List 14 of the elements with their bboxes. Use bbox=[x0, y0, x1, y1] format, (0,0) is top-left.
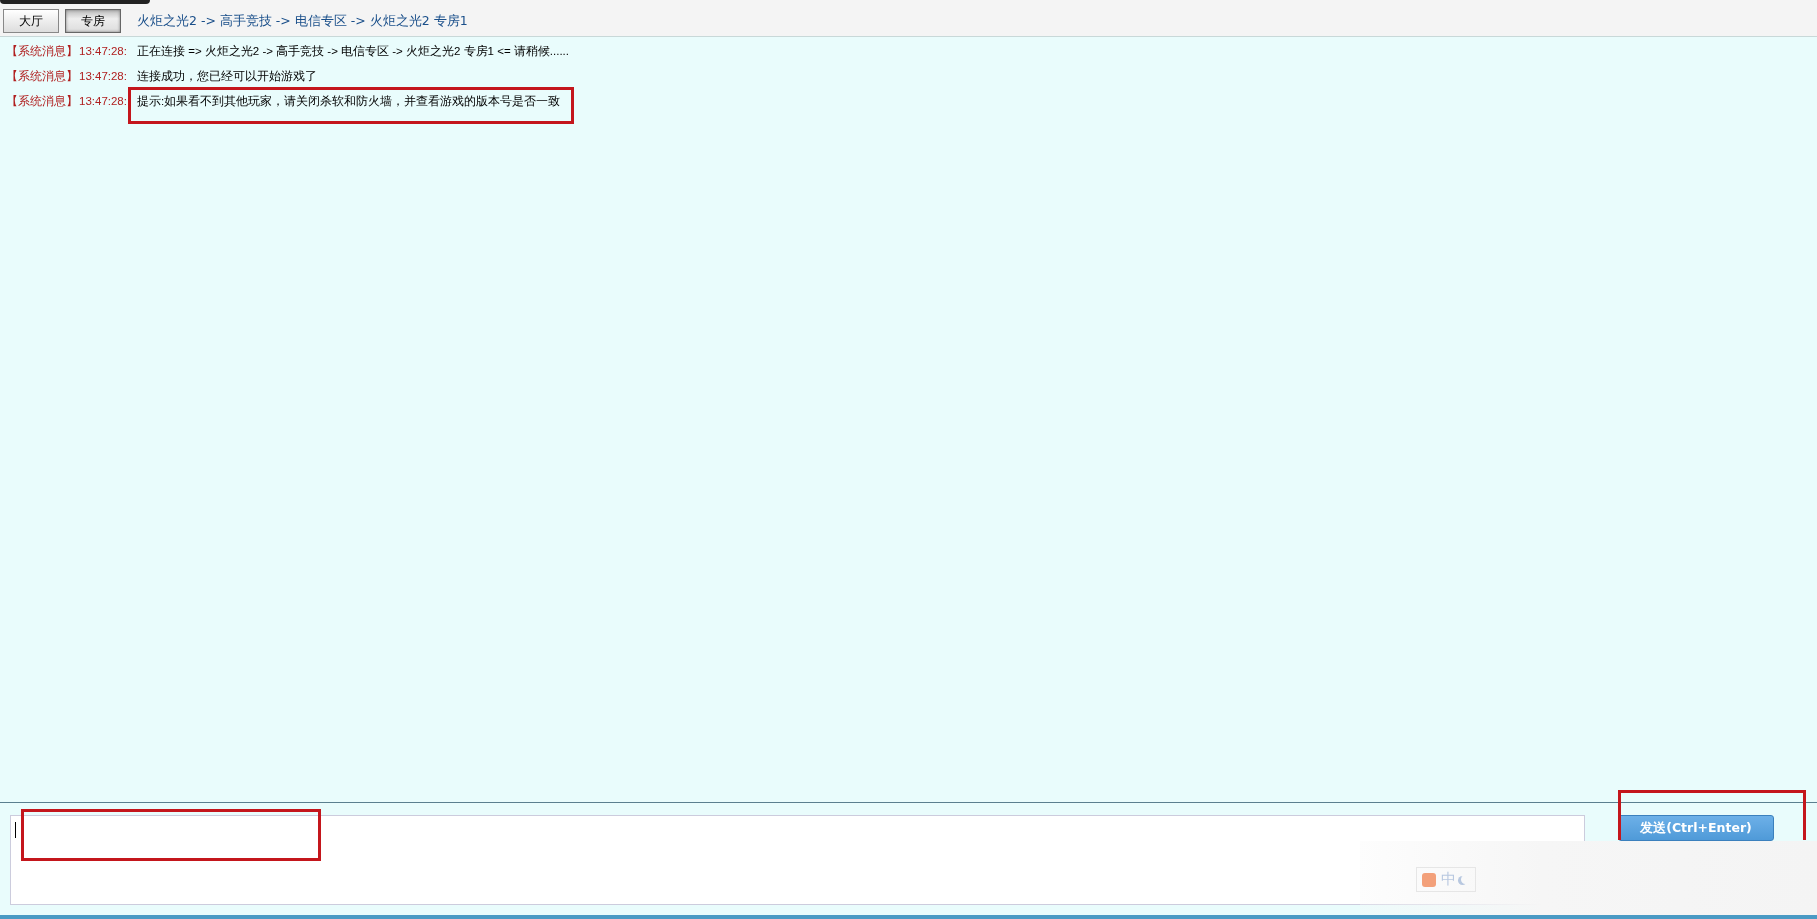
message-time: 13:47:28: bbox=[79, 94, 128, 109]
message-source: 【系统消息】 bbox=[6, 44, 79, 59]
tab[interactable]: 大厅 bbox=[3, 9, 59, 33]
tab[interactable]: 专房 bbox=[65, 9, 121, 33]
message-time: 13:47:28: bbox=[79, 44, 128, 59]
breadcrumb: 火炬之光2 -> 高手竞技 -> 电信专区 -> 火炬之光2 专房1 bbox=[137, 12, 468, 30]
message-text: 正在连接 => 火炬之光2 -> 高手竞技 -> 电信专区 -> 火炬之光2 专房1 <= 请稍候...... bbox=[137, 44, 569, 59]
message-text: 提示:如果看不到其他玩家，请关闭杀软和防火墙，并查看游戏的版本号是否一致 bbox=[137, 94, 561, 109]
ime-mode-label: 中 bbox=[1441, 870, 1456, 889]
message-time: 13:47:28: bbox=[79, 69, 128, 84]
message-text: 连接成功，您已经可以开始游戏了 bbox=[137, 69, 317, 84]
text-caret bbox=[15, 822, 16, 838]
message-source: 【系统消息】 bbox=[6, 94, 79, 109]
message-source: 【系统消息】 bbox=[6, 69, 79, 84]
